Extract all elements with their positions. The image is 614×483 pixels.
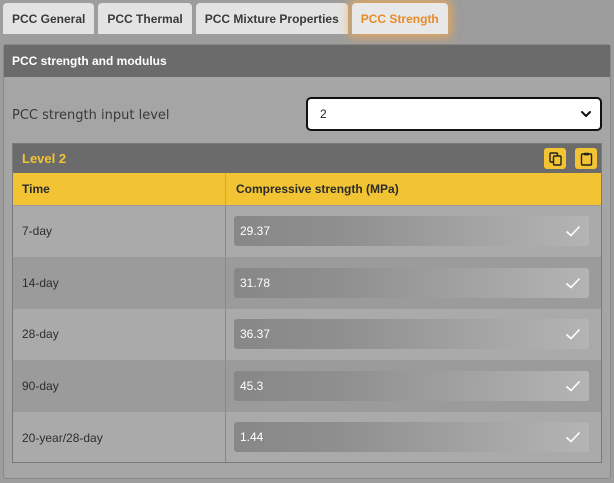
tab-pcc-strength[interactable]: PCC Strength [351, 3, 448, 34]
input-level-row: PCC strength input level 2 [4, 97, 610, 131]
strength-input[interactable]: 45.3 [234, 370, 589, 401]
column-header-strength: Compressive strength (MPa) [236, 182, 399, 196]
level-header: Level 2 [13, 144, 601, 173]
input-level-value: 2 [320, 107, 327, 121]
row-value-cell: 45.3 [226, 361, 601, 412]
level-section: Level 2 Time Compressive strength (MPa) … [12, 143, 602, 463]
table-row: 28-day 36.37 [13, 308, 601, 360]
strength-input[interactable]: 36.37 [234, 319, 589, 350]
row-value-cell: 36.37 [226, 309, 601, 360]
copy-button[interactable] [544, 148, 566, 169]
checkmark-icon [565, 432, 581, 443]
paste-button[interactable] [575, 148, 597, 169]
checkmark-icon [565, 380, 581, 392]
chevron-down-icon [581, 111, 591, 117]
level-title: Level 2 [22, 151, 67, 166]
row-time: 7-day [13, 206, 226, 257]
row-time: 90-day [13, 360, 226, 412]
row-value-cell: 31.78 [226, 258, 601, 309]
checkmark-icon [565, 277, 581, 289]
table-row: 20-year/28-day 1.44 [13, 411, 601, 462]
checkmark-icon [565, 329, 581, 340]
strength-value: 1.44 [240, 430, 264, 445]
strength-input[interactable]: 29.37 [234, 216, 589, 246]
table-row: 7-day 29.37 [13, 205, 601, 257]
tab-bar: PCC General PCC Thermal PCC Mixture Prop… [3, 3, 448, 34]
row-time: 14-day [13, 257, 226, 309]
column-header-time: Time [13, 173, 226, 205]
panel-title: PCC strength and modulus [4, 45, 610, 77]
row-time: 28-day [13, 309, 226, 360]
tab-pcc-general[interactable]: PCC General [3, 3, 95, 34]
tab-pcc-thermal[interactable]: PCC Thermal [98, 3, 192, 34]
clipboard-icon [580, 152, 592, 166]
table-row: 90-day 45.3 [13, 359, 601, 412]
row-value-cell: 1.44 [226, 412, 601, 462]
strength-value: 29.37 [240, 224, 271, 238]
tab-pcc-mixture-properties[interactable]: PCC Mixture Properties [195, 3, 348, 34]
row-value-cell: 29.37 [226, 206, 601, 257]
strength-value: 36.37 [240, 327, 271, 342]
table-row: 14-day 31.78 [13, 256, 601, 309]
pcc-strength-panel: PCC strength and modulus PCC strength in… [3, 44, 611, 479]
checkmark-icon [565, 225, 581, 237]
row-time: 20-year/28-day [13, 412, 226, 462]
strength-input[interactable]: 1.44 [234, 422, 589, 453]
input-level-label: PCC strength input level [12, 108, 170, 123]
strength-value: 45.3 [240, 378, 264, 393]
table-header: Time Compressive strength (MPa) [13, 173, 601, 205]
input-level-select[interactable]: 2 [306, 97, 602, 131]
strength-input[interactable]: 31.78 [234, 267, 589, 298]
strength-value: 31.78 [240, 275, 271, 290]
copy-icon [548, 151, 562, 166]
